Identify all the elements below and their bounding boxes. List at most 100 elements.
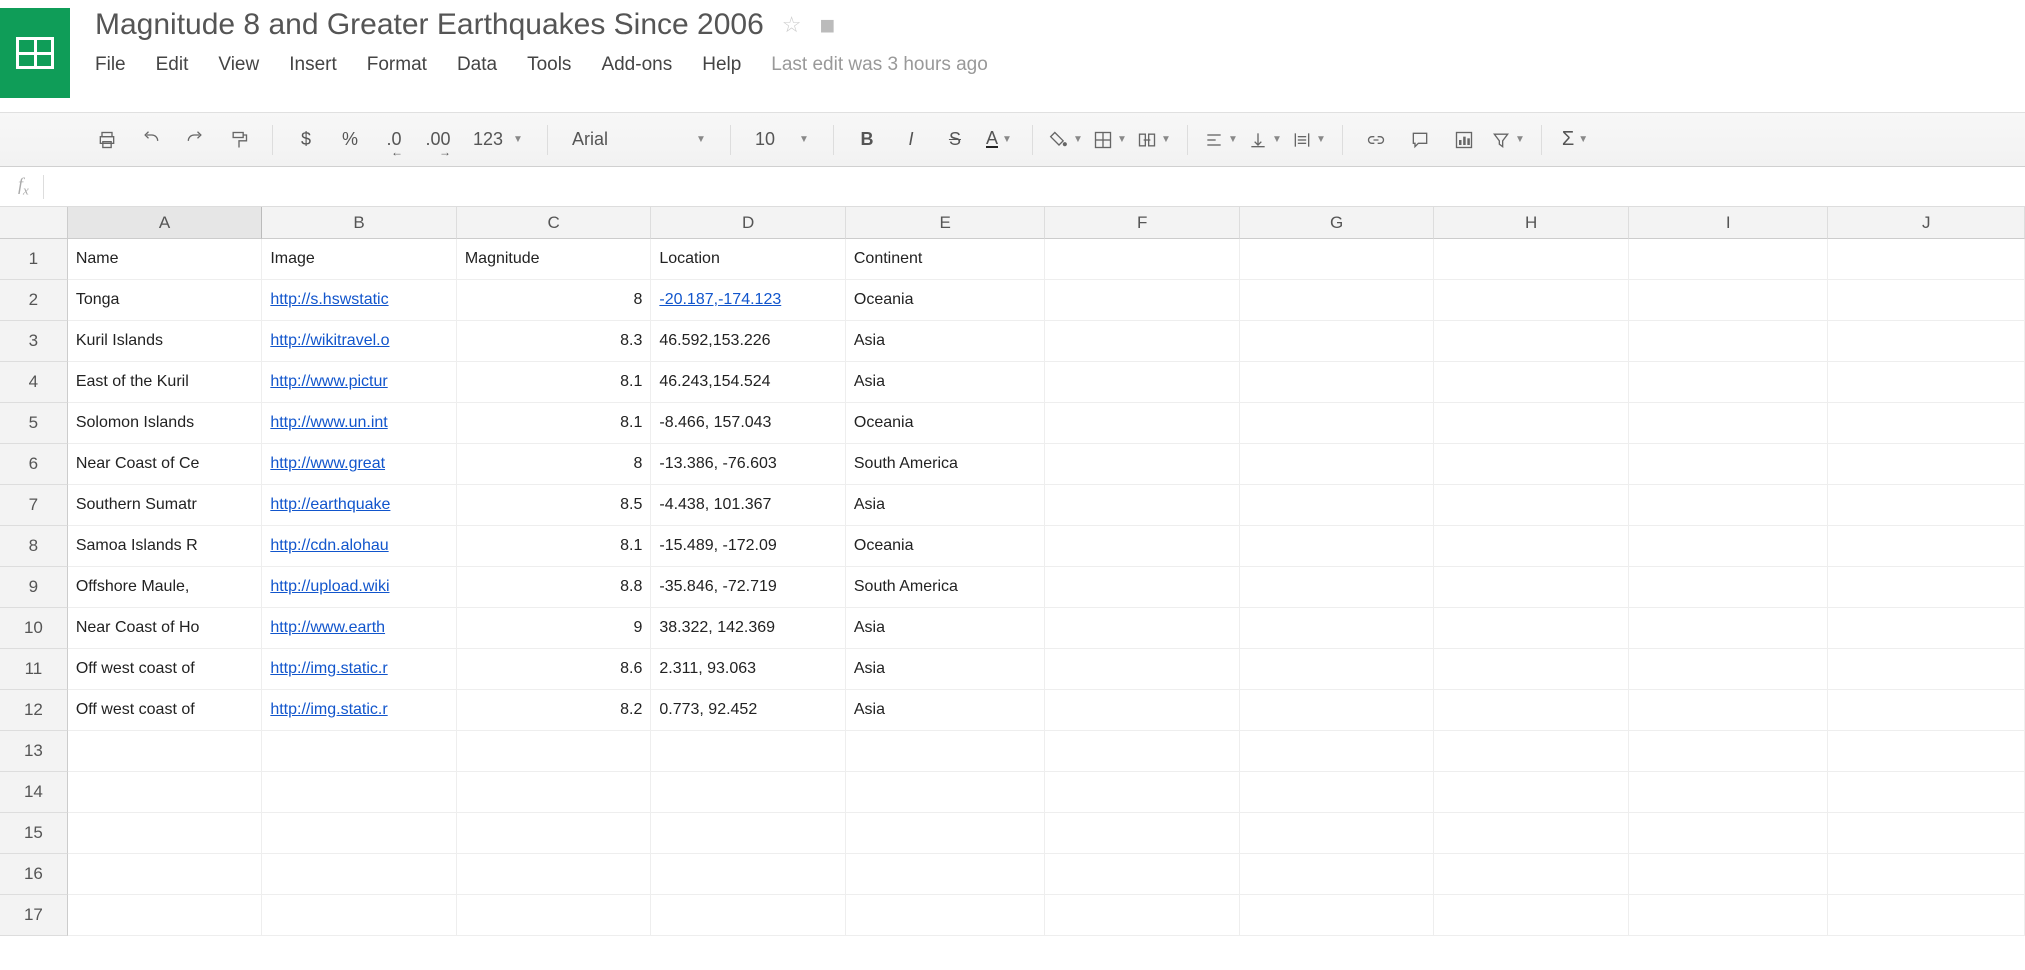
decrease-decimal-button[interactable]: .0← xyxy=(377,123,411,157)
cell-G13[interactable] xyxy=(1240,731,1435,772)
cell-J15[interactable] xyxy=(1828,813,2025,854)
cell-B16[interactable] xyxy=(262,854,457,895)
cell-I15[interactable] xyxy=(1629,813,1829,854)
cell-C13[interactable] xyxy=(457,731,652,772)
cell-C4[interactable]: 8.1 xyxy=(457,362,652,403)
cell-C11[interactable]: 8.6 xyxy=(457,649,652,690)
cell-I10[interactable] xyxy=(1629,608,1829,649)
column-header-H[interactable]: H xyxy=(1434,207,1629,239)
cell-A16[interactable] xyxy=(68,854,263,895)
cell-B5[interactable]: http://www.un.int xyxy=(262,403,457,444)
font-size-select[interactable]: 10▼ xyxy=(747,129,817,150)
cell-B17[interactable] xyxy=(262,895,457,936)
link[interactable]: http://s.hswstatic xyxy=(270,291,388,309)
cell-F3[interactable] xyxy=(1045,321,1240,362)
cell-C7[interactable]: 8.5 xyxy=(457,485,652,526)
cell-B8[interactable]: http://cdn.alohau xyxy=(262,526,457,567)
row-header-17[interactable]: 17 xyxy=(0,895,68,936)
cell-C10[interactable]: 9 xyxy=(457,608,652,649)
cell-E15[interactable] xyxy=(846,813,1046,854)
cell-D11[interactable]: 2.311, 93.063 xyxy=(651,649,846,690)
cell-A10[interactable]: Near Coast of Ho xyxy=(68,608,263,649)
cell-I7[interactable] xyxy=(1629,485,1829,526)
cell-D7[interactable]: -4.438, 101.367 xyxy=(651,485,846,526)
link[interactable]: http://www.great xyxy=(270,455,385,473)
star-icon[interactable]: ☆ xyxy=(782,12,802,38)
cell-G15[interactable] xyxy=(1240,813,1435,854)
cell-H17[interactable] xyxy=(1434,895,1629,936)
cell-D14[interactable] xyxy=(651,772,846,813)
column-header-J[interactable]: J xyxy=(1828,207,2025,239)
cell-C16[interactable] xyxy=(457,854,652,895)
cell-F5[interactable] xyxy=(1045,403,1240,444)
select-all-corner[interactable] xyxy=(0,207,68,239)
cell-G10[interactable] xyxy=(1240,608,1435,649)
cell-B7[interactable]: http://earthquake xyxy=(262,485,457,526)
row-header-1[interactable]: 1 xyxy=(0,239,68,280)
cell-I8[interactable] xyxy=(1629,526,1829,567)
cell-A6[interactable]: Near Coast of Ce xyxy=(68,444,263,485)
cell-I12[interactable] xyxy=(1629,690,1829,731)
cell-I11[interactable] xyxy=(1629,649,1829,690)
cell-C9[interactable]: 8.8 xyxy=(457,567,652,608)
link[interactable]: http://cdn.alohau xyxy=(270,537,388,555)
cell-C17[interactable] xyxy=(457,895,652,936)
column-header-I[interactable]: I xyxy=(1629,207,1829,239)
cell-D9[interactable]: -35.846, -72.719 xyxy=(651,567,846,608)
cell-J6[interactable] xyxy=(1828,444,2025,485)
menu-edit[interactable]: Edit xyxy=(156,54,189,76)
cell-G3[interactable] xyxy=(1240,321,1435,362)
row-header-5[interactable]: 5 xyxy=(0,403,68,444)
menu-help[interactable]: Help xyxy=(702,54,741,76)
row-header-8[interactable]: 8 xyxy=(0,526,68,567)
cell-J10[interactable] xyxy=(1828,608,2025,649)
cell-I5[interactable] xyxy=(1629,403,1829,444)
cell-H13[interactable] xyxy=(1434,731,1629,772)
spreadsheet-grid[interactable]: ABCDEFGHIJ1NameImageMagnitudeLocationCon… xyxy=(0,207,2025,936)
cell-B13[interactable] xyxy=(262,731,457,772)
link[interactable]: http://img.static.r xyxy=(270,701,387,719)
cell-B9[interactable]: http://upload.wiki xyxy=(262,567,457,608)
cell-F14[interactable] xyxy=(1045,772,1240,813)
insert-chart-icon[interactable] xyxy=(1447,123,1481,157)
document-title[interactable]: Magnitude 8 and Greater Earthquakes Sinc… xyxy=(95,8,764,42)
menu-view[interactable]: View xyxy=(218,54,259,76)
insert-comment-icon[interactable] xyxy=(1403,123,1437,157)
cell-A1[interactable]: Name xyxy=(68,239,263,280)
cell-H16[interactable] xyxy=(1434,854,1629,895)
cell-E6[interactable]: South America xyxy=(846,444,1046,485)
cell-B4[interactable]: http://www.pictur xyxy=(262,362,457,403)
cell-J1[interactable] xyxy=(1828,239,2025,280)
link[interactable]: http://www.un.int xyxy=(270,414,387,432)
cell-G2[interactable] xyxy=(1240,280,1435,321)
cell-A8[interactable]: Samoa Islands R xyxy=(68,526,263,567)
filter-icon[interactable]: ▼ xyxy=(1491,123,1525,157)
cell-E1[interactable]: Continent xyxy=(846,239,1046,280)
cell-C5[interactable]: 8.1 xyxy=(457,403,652,444)
cell-H15[interactable] xyxy=(1434,813,1629,854)
text-color-button[interactable]: A▼ xyxy=(982,123,1016,157)
cell-C3[interactable]: 8.3 xyxy=(457,321,652,362)
cell-F16[interactable] xyxy=(1045,854,1240,895)
bold-button[interactable]: B xyxy=(850,123,884,157)
cell-J4[interactable] xyxy=(1828,362,2025,403)
cell-E3[interactable]: Asia xyxy=(846,321,1046,362)
cell-F10[interactable] xyxy=(1045,608,1240,649)
cell-A13[interactable] xyxy=(68,731,263,772)
cell-E4[interactable]: Asia xyxy=(846,362,1046,403)
cell-D16[interactable] xyxy=(651,854,846,895)
cell-F13[interactable] xyxy=(1045,731,1240,772)
cell-A7[interactable]: Southern Sumatr xyxy=(68,485,263,526)
cell-A12[interactable]: Off west coast of xyxy=(68,690,263,731)
cell-J2[interactable] xyxy=(1828,280,2025,321)
cell-A11[interactable]: Off west coast of xyxy=(68,649,263,690)
row-header-10[interactable]: 10 xyxy=(0,608,68,649)
cell-J17[interactable] xyxy=(1828,895,2025,936)
cell-H14[interactable] xyxy=(1434,772,1629,813)
cell-H9[interactable] xyxy=(1434,567,1629,608)
cell-I1[interactable] xyxy=(1629,239,1829,280)
cell-A5[interactable]: Solomon Islands xyxy=(68,403,263,444)
cell-B2[interactable]: http://s.hswstatic xyxy=(262,280,457,321)
link[interactable]: http://www.pictur xyxy=(270,373,387,391)
cell-C15[interactable] xyxy=(457,813,652,854)
